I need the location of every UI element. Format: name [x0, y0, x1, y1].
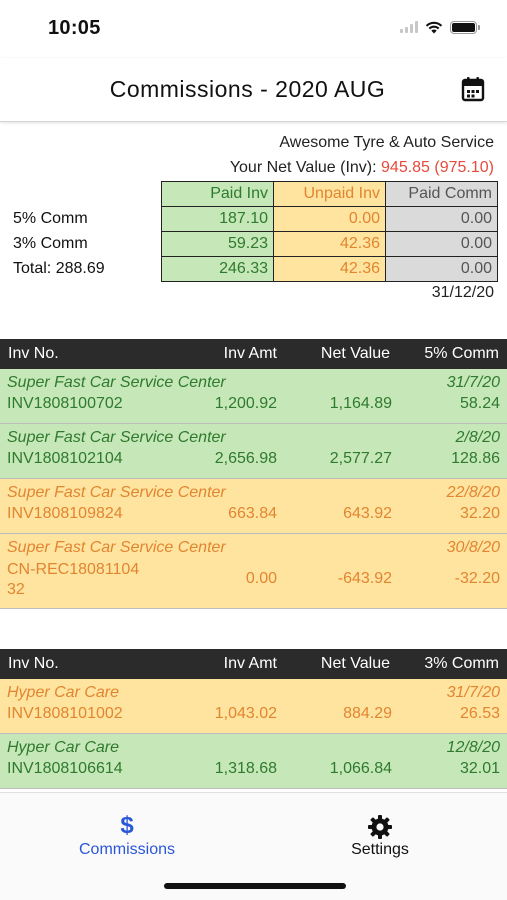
nav-bar: Commissions - 2020 AUG — [0, 58, 507, 122]
status-bar: 10:05 — [0, 0, 507, 58]
tab-settings[interactable]: Settings — [310, 811, 450, 859]
invoice-number: INV1808102104 — [7, 450, 123, 467]
commission-value: 32.01 — [459, 760, 500, 777]
invoice-number: CN-REC1808110432 — [7, 561, 140, 598]
summary-cell-comm: 0.00 — [385, 256, 498, 282]
summary-row: 246.33 42.36 0.00 — [161, 256, 498, 282]
invoice-number: INV1808100702 — [7, 395, 123, 412]
summary-cell-unpaid: 42.36 — [273, 256, 386, 282]
summary-row: 59.23 42.36 0.00 — [161, 231, 498, 257]
customer-name: Hyper Car Care — [7, 684, 120, 701]
commission-value: 58.24 — [459, 395, 500, 412]
summary-cell-paid: 59.23 — [161, 231, 274, 257]
net-value-amount: 945.85 (975.10) — [381, 159, 494, 176]
net-value: 1,164.89 — [329, 395, 392, 412]
cellular-signal-icon — [400, 21, 418, 33]
invoice-amount: 663.84 — [228, 505, 277, 522]
summary-cell-unpaid: 42.36 — [273, 231, 386, 257]
status-icons — [400, 20, 480, 34]
invoice-number: INV1808106614 — [7, 760, 123, 777]
tab-commissions[interactable]: $ Commissions — [57, 811, 197, 859]
wifi-icon — [425, 21, 443, 34]
summary-cell-unpaid: 0.00 — [273, 206, 386, 232]
summary-cell-comm: 0.00 — [385, 231, 498, 257]
summary-row-labels: 5% Comm 3% Comm Total: 288.69 — [13, 206, 105, 281]
summary-label-3pct: 3% Comm — [13, 235, 88, 252]
customer-name: Super Fast Car Service Center — [7, 374, 226, 391]
invoice-date: 31/7/20 — [446, 374, 500, 391]
invoice-row[interactable]: Hyper Car Care 12/8/20 INV1808106614 1,3… — [0, 734, 507, 789]
commission-value: -32.20 — [454, 570, 500, 587]
commission-section-5pct: Inv No. Inv Amt Net Value 5% Comm Super … — [0, 339, 507, 609]
invoice-amount: 2,656.98 — [214, 450, 277, 467]
customer-name: Super Fast Car Service Center — [7, 484, 226, 501]
status-time: 10:05 — [48, 17, 101, 39]
commission-section-3pct: Inv No. Inv Amt Net Value 3% Comm Hyper … — [0, 649, 507, 789]
summary-cell-paid: 187.10 — [161, 206, 274, 232]
header-inv-amt: Inv Amt — [223, 345, 277, 362]
calendar-icon — [461, 77, 485, 102]
header-net-value: Net Value — [320, 655, 390, 672]
summary-row: 187.10 0.00 0.00 — [161, 206, 498, 232]
invoice-amount: 1,043.02 — [214, 705, 277, 722]
calendar-button[interactable] — [461, 76, 485, 102]
summary-table: Paid Inv Unpaid Inv Paid Comm 187.10 0.0… — [161, 181, 498, 282]
summary-header-row: Paid Inv Unpaid Inv Paid Comm — [161, 181, 498, 207]
invoice-number: INV1808109824 — [7, 505, 123, 522]
invoice-date: 12/8/20 — [446, 739, 500, 756]
commission-value: 26.53 — [459, 705, 500, 722]
summary-header-paid: Paid Inv — [161, 181, 274, 207]
section-header: Inv No. Inv Amt Net Value 3% Comm — [0, 649, 507, 679]
invoice-amount: 1,200.92 — [214, 395, 277, 412]
net-value: -643.92 — [337, 570, 392, 587]
commission-value: 32.20 — [459, 505, 500, 522]
summary-header-unpaid: Unpaid Inv — [273, 181, 386, 207]
section-header: Inv No. Inv Amt Net Value 5% Comm — [0, 339, 507, 369]
header-comm: 3% Comm — [424, 655, 499, 672]
customer-name: Super Fast Car Service Center — [7, 539, 226, 556]
page-title: Commissions - 2020 AUG — [109, 76, 386, 102]
invoice-amount: 1,318.68 — [214, 760, 277, 777]
invoice-row[interactable]: Super Fast Car Service Center 30/8/20 CN… — [0, 534, 507, 609]
net-value-label: Your Net Value (Inv): — [229, 159, 377, 176]
net-value: 884.29 — [343, 705, 392, 722]
summary-label-5pct: 5% Comm — [13, 210, 88, 227]
net-value: 1,066.84 — [329, 760, 392, 777]
net-value-line: Your Net Value (Inv): 945.85 (975.10) — [230, 159, 494, 177]
summary-date: 31/12/20 — [431, 284, 494, 301]
invoice-row[interactable]: Hyper Car Care 31/7/20 INV1808101002 1,0… — [0, 679, 507, 734]
summary-label-total: Total: 288.69 — [13, 260, 105, 277]
commission-value: 128.86 — [451, 450, 500, 467]
tab-label: Settings — [351, 841, 409, 858]
summary-cell-comm: 0.00 — [385, 206, 498, 232]
header-inv-amt: Inv Amt — [223, 655, 277, 672]
invoice-amount: 0.00 — [245, 570, 277, 587]
invoice-row[interactable]: Super Fast Car Service Center 22/8/20 IN… — [0, 479, 507, 534]
invoice-number: INV1808101002 — [7, 705, 123, 722]
header-inv-no: Inv No. — [8, 655, 59, 672]
net-value: 643.92 — [343, 505, 392, 522]
invoice-row[interactable]: Super Fast Car Service Center 2/8/20 INV… — [0, 424, 507, 479]
invoice-row[interactable]: Super Fast Car Service Center 31/7/20 IN… — [0, 369, 507, 424]
invoice-date: 30/8/20 — [446, 539, 500, 556]
header-comm: 5% Comm — [424, 345, 499, 362]
customer-name: Super Fast Car Service Center — [7, 429, 226, 446]
summary-header-comm: Paid Comm — [385, 181, 498, 207]
invoice-date: 22/8/20 — [446, 484, 500, 501]
gear-icon — [310, 811, 450, 841]
customer-name: Hyper Car Care — [7, 739, 120, 756]
header-net-value: Net Value — [320, 345, 390, 362]
company-name: Awesome Tyre & Auto Service — [279, 134, 494, 151]
invoice-date: 2/8/20 — [455, 429, 500, 446]
header-inv-no: Inv No. — [8, 345, 59, 362]
dollar-icon: $ — [120, 812, 134, 839]
home-indicator[interactable] — [164, 883, 346, 889]
net-value: 2,577.27 — [329, 450, 392, 467]
summary-cell-paid: 246.33 — [161, 256, 274, 282]
invoice-date: 31/7/20 — [446, 684, 500, 701]
tab-label: Commissions — [78, 841, 175, 858]
battery-icon — [450, 20, 480, 34]
